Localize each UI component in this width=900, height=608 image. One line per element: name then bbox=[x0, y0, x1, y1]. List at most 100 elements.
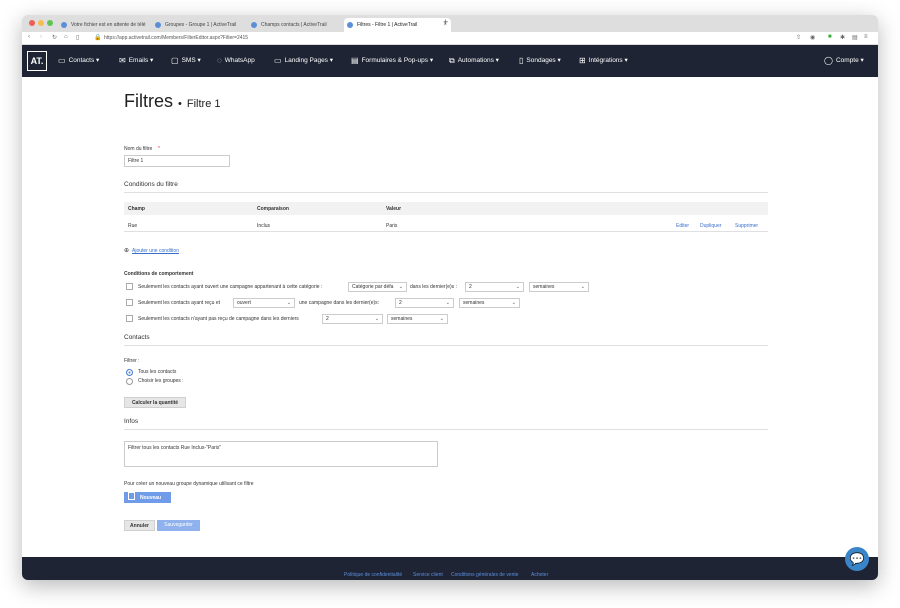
page-subtitle: Filtre 1 bbox=[186, 98, 221, 110]
form-icon: ▤ bbox=[351, 56, 359, 65]
radio-all-contacts[interactable] bbox=[126, 369, 133, 376]
shield-icon[interactable]: ◉ bbox=[810, 34, 815, 41]
title-separator: • bbox=[178, 98, 182, 110]
nav-automations[interactable]: ⧉ Automations ▾ bbox=[449, 56, 499, 66]
browser-tab-label: Filtres - Filtre 1 | ActiveTrail bbox=[357, 22, 418, 28]
home-icon[interactable]: ⌂ bbox=[64, 34, 68, 40]
conditions-table-header: Champ Comparaison Valeur bbox=[124, 202, 768, 215]
buy-link[interactable]: Acheter bbox=[531, 572, 548, 578]
browser-tab-bar: Votre fichier est en attente de télé Gro… bbox=[22, 15, 878, 32]
column-header-valeur: Valeur bbox=[386, 206, 402, 212]
minimize-window-button[interactable] bbox=[38, 20, 44, 26]
action-select[interactable]: ouvert ⌄ bbox=[233, 298, 295, 308]
divider bbox=[124, 192, 768, 193]
browser-tab[interactable]: Votre fichier est en attente de télé bbox=[58, 18, 161, 32]
extension-icon[interactable]: ■ bbox=[828, 34, 832, 40]
add-condition-link[interactable]: Ajouter une condition bbox=[132, 248, 179, 254]
nav-landing-pages[interactable]: ▭ Landing Pages ▾ bbox=[274, 56, 333, 65]
save-button[interactable]: Sauvegarder bbox=[157, 520, 200, 531]
puzzle-icon[interactable]: ✱ bbox=[840, 34, 845, 41]
nav-whatsapp[interactable]: ◌ WhatsApp bbox=[217, 56, 255, 65]
cancel-button[interactable]: Annuler bbox=[124, 520, 155, 531]
edit-link[interactable]: Editer bbox=[676, 223, 689, 229]
nav-integrations[interactable]: ⊞ Intégrations ▾ bbox=[579, 56, 628, 65]
nav-forms[interactable]: ▤ Formulaires & Pop-ups ▾ bbox=[351, 56, 433, 65]
survey-icon: ▯ bbox=[519, 56, 524, 65]
dynamic-group-text: Pour créer un nouveau groupe dynamique u… bbox=[124, 481, 254, 487]
address-bar: ‹ › ↻ ⌂ ▯ 🔒 https://app.activetrail.com/… bbox=[22, 32, 878, 45]
nav-sms[interactable]: ▢ SMS ▾ bbox=[171, 56, 201, 65]
unit-select-3-value: semaines bbox=[391, 316, 413, 322]
sidebar-icon[interactable]: ▤ bbox=[852, 34, 858, 41]
radio-choose-groups-label: Choisir les groupes : bbox=[138, 378, 184, 384]
privacy-link[interactable]: Politique de confidentialité bbox=[344, 572, 402, 578]
menu-icon[interactable]: ≡ bbox=[864, 34, 868, 40]
footer: Politique de confidentialité Service cli… bbox=[22, 557, 878, 580]
automation-icon: ⧉ bbox=[449, 56, 455, 65]
share-icon[interactable]: ⇧ bbox=[796, 34, 801, 41]
favicon-icon bbox=[347, 22, 353, 28]
browser-tab[interactable]: Champs contacts | ActiveTrail bbox=[248, 18, 351, 32]
divider bbox=[124, 429, 768, 430]
infos-title: Infos bbox=[124, 418, 139, 425]
new-group-button[interactable]: Nouveau bbox=[124, 492, 171, 503]
forward-icon[interactable]: › bbox=[40, 34, 42, 40]
nav-account[interactable]: ◯ Compte ▾ bbox=[824, 56, 864, 65]
radio-choose-groups[interactable] bbox=[126, 378, 133, 385]
integration-icon: ⊞ bbox=[579, 56, 586, 65]
nav-emails[interactable]: ✉ Emails ▾ bbox=[119, 56, 153, 65]
contacts-icon: ▭ bbox=[58, 56, 66, 65]
browser-tab-label: Votre fichier est en attente de télé bbox=[71, 22, 146, 28]
contacts-title: Contacts bbox=[124, 334, 150, 341]
close-window-button[interactable] bbox=[29, 20, 35, 26]
chevron-down-icon: ⌄ bbox=[511, 300, 516, 306]
unit-select-2-value: semaines bbox=[463, 300, 485, 306]
new-tab-button[interactable]: + bbox=[443, 17, 448, 27]
duplicate-link[interactable]: Dupliquer bbox=[700, 223, 721, 229]
nav-landing-pages-label: Landing Pages ▾ bbox=[284, 57, 334, 64]
period-select-1[interactable]: 2 ⌄ bbox=[465, 282, 524, 292]
url-input[interactable]: https://app.activetrail.com/Members/Filt… bbox=[104, 35, 248, 41]
period-select-1-value: 2 bbox=[469, 284, 472, 290]
behavior-checkbox-1[interactable] bbox=[126, 283, 133, 290]
behavior-text-3: Seulement les contacts n'ayant pas reçu … bbox=[138, 316, 299, 322]
calculate-quantity-button[interactable]: Calculer la quantité bbox=[124, 397, 186, 408]
period-select-2[interactable]: 2 ⌄ bbox=[395, 298, 454, 308]
browser-tab[interactable]: Groupes - Groupe 1 | ActiveTrail bbox=[152, 18, 255, 32]
filter-name-label: Nom du filtre bbox=[124, 146, 153, 152]
new-group-button-label: Nouveau bbox=[140, 495, 162, 501]
nav-sondages[interactable]: ▯ Sondages ▾ bbox=[519, 56, 561, 65]
add-icon[interactable]: ⊕ bbox=[124, 247, 129, 254]
chevron-down-icon: ⌄ bbox=[580, 284, 585, 290]
unit-select-1[interactable]: semaines ⌄ bbox=[529, 282, 589, 292]
infos-textarea[interactable]: Filtrer tous les contacts Rue Inclus-"Pa… bbox=[124, 441, 438, 467]
browser-tab-active[interactable]: Filtres - Filtre 1 | ActiveTrail × bbox=[344, 18, 451, 32]
chat-icon[interactable]: 💬 bbox=[845, 547, 869, 571]
user-icon: ◯ bbox=[824, 56, 833, 65]
category-select[interactable]: Catégorie par défa ⌄ bbox=[348, 282, 407, 292]
period-select-3[interactable]: 2 ⌄ bbox=[322, 314, 383, 324]
back-icon[interactable]: ‹ bbox=[28, 34, 30, 40]
nav-contacts[interactable]: ▭ Contacts ▾ bbox=[58, 56, 99, 65]
delete-link[interactable]: Supprimer bbox=[735, 223, 758, 229]
logo[interactable]: AT. bbox=[27, 51, 47, 71]
cell-valeur: Paris bbox=[386, 223, 398, 229]
support-link[interactable]: Service client bbox=[413, 572, 443, 578]
period-select-2-value: 2 bbox=[399, 300, 402, 306]
bookmark-icon[interactable]: ▯ bbox=[76, 34, 79, 41]
landing-page-icon: ▭ bbox=[274, 56, 282, 65]
maximize-window-button[interactable] bbox=[47, 20, 53, 26]
nav-integrations-label: Intégrations ▾ bbox=[588, 57, 628, 64]
favicon-icon bbox=[61, 22, 67, 28]
filter-name-input[interactable]: Filtre 1 bbox=[124, 155, 230, 167]
behavior-checkbox-2[interactable] bbox=[126, 299, 133, 306]
unit-select-3[interactable]: semaines ⌄ bbox=[387, 314, 448, 324]
reload-icon[interactable]: ↻ bbox=[52, 34, 57, 41]
unit-select-1-value: semaines bbox=[533, 284, 555, 290]
browser-tab-label: Champs contacts | ActiveTrail bbox=[261, 22, 327, 28]
nav-emails-label: Emails ▾ bbox=[128, 57, 154, 64]
unit-select-2[interactable]: semaines ⌄ bbox=[459, 298, 520, 308]
behavior-checkbox-3[interactable] bbox=[126, 315, 133, 322]
favicon-icon bbox=[155, 22, 161, 28]
terms-link[interactable]: Conditions générales de vente bbox=[451, 572, 519, 578]
